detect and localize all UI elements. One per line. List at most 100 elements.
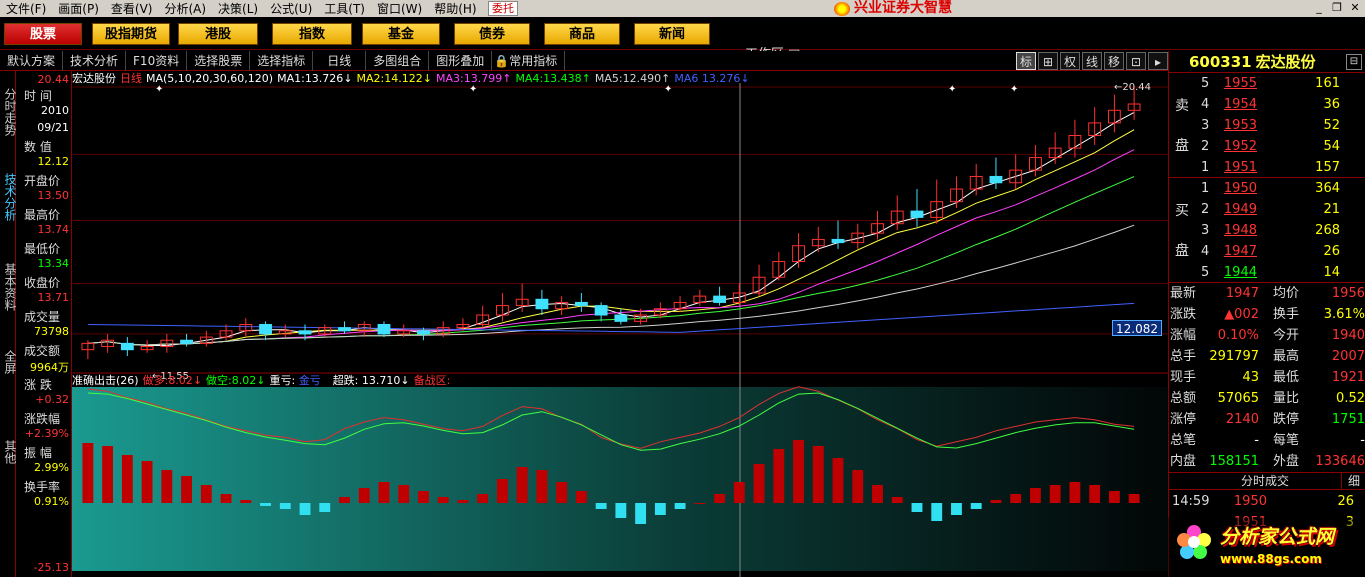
- tab-fundamental[interactable]: 基本资料: [0, 257, 17, 317]
- sidebar-change-label: 涨 跌: [24, 378, 52, 392]
- ma2-readout: MA2:14.122↓: [357, 72, 432, 85]
- quick-btn-futures[interactable]: 股指期货: [92, 23, 170, 45]
- quote-label: 最低: [1273, 370, 1300, 385]
- tab-intraday[interactable]: 分时走势: [0, 77, 17, 147]
- candle-body: [535, 298, 549, 310]
- toolbar-mark-button[interactable]: 标: [1016, 51, 1036, 70]
- indicator-bar: [220, 494, 232, 503]
- toolbar-overlay[interactable]: 图形叠加: [429, 50, 493, 71]
- ind-loss-label: 重亏:: [269, 374, 296, 387]
- tick-detail-button[interactable]: 细: [1340, 473, 1360, 490]
- brand-text: 兴业证券大智慧: [854, 0, 952, 16]
- toolbar-window-button[interactable]: ⊡: [1126, 51, 1146, 70]
- ask-row[interactable]: 1 1951 157: [1169, 157, 1365, 178]
- ask-row[interactable]: 5 1955 161: [1169, 73, 1365, 94]
- ask-vol: 36: [1323, 97, 1340, 112]
- bid-row[interactable]: 1 1950 364: [1169, 178, 1365, 199]
- indicator-bar: [575, 491, 587, 503]
- bid-row[interactable]: 5 1944 14: [1169, 262, 1365, 283]
- menu-decision[interactable]: 决策(L): [212, 0, 264, 17]
- close-button[interactable]: ✕: [1347, 1, 1363, 15]
- toolbar-multi-chart[interactable]: 多图组合: [366, 50, 430, 71]
- indicator-bar: [181, 476, 193, 503]
- indicator-bar: [1010, 494, 1022, 503]
- toolbar-collapse-button[interactable]: ▸: [1148, 51, 1168, 70]
- tick-header: 分时成交 细: [1169, 472, 1365, 490]
- indicator-bar: [891, 497, 903, 503]
- tab-other[interactable]: 其他: [0, 437, 17, 467]
- indicator-bar: [141, 461, 153, 503]
- signal-star-marker: ✦: [664, 84, 672, 95]
- ind-oversold-value: 13.710: [361, 374, 401, 387]
- tick-title[interactable]: 分时成交: [1241, 473, 1289, 490]
- menu-help[interactable]: 帮助(H): [428, 0, 482, 17]
- toolbar-line-button[interactable]: 线: [1082, 51, 1102, 70]
- toolbar-tech-analysis[interactable]: 技术分析: [63, 50, 127, 71]
- quote-value: 2007: [1331, 349, 1365, 364]
- menu-analysis[interactable]: 分析(A): [158, 0, 212, 17]
- toolbar-select-indicator[interactable]: 选择指标: [250, 50, 314, 71]
- bid-row[interactable]: 3 1948 268: [1169, 220, 1365, 241]
- sidebar-close-label: 收盘价: [24, 276, 61, 290]
- menu-window[interactable]: 窗口(W): [371, 0, 428, 17]
- ma3-line: [87, 149, 1135, 346]
- ma5-arrow: ↑: [661, 71, 671, 85]
- indicator-bar: [1089, 485, 1101, 503]
- toolbar-grid-button[interactable]: ⊞: [1038, 51, 1058, 70]
- toolbar-rights-button[interactable]: 权: [1060, 51, 1080, 70]
- toolbar-default-scheme[interactable]: 默认方案: [0, 50, 64, 71]
- indicator-bar: [714, 494, 726, 503]
- quick-btn-hk[interactable]: 港股: [178, 23, 258, 45]
- quote-value: 291797: [1209, 349, 1259, 364]
- ask-row[interactable]: 3 1953 52: [1169, 115, 1365, 136]
- menu-file[interactable]: 文件(F): [0, 0, 52, 17]
- menu-view-screen[interactable]: 画面(P): [52, 0, 105, 17]
- restore-button[interactable]: ❐: [1329, 1, 1345, 15]
- indicator-bar: [951, 503, 962, 515]
- candle-body: [614, 314, 628, 322]
- menu-formula[interactable]: 公式(U): [264, 0, 318, 17]
- weituo-button[interactable]: 委托: [488, 1, 518, 16]
- bid-level: 2: [1201, 202, 1210, 217]
- indicator-bar: [872, 485, 883, 503]
- ma1-label: MA1:: [277, 71, 305, 85]
- toolbar-select-stock[interactable]: 选择股票: [187, 50, 251, 71]
- brand-title: 兴业证券大智慧: [834, 0, 952, 17]
- menu-tools[interactable]: 工具(T): [318, 0, 371, 17]
- indicator-bar: [102, 446, 114, 503]
- quote-row: 涨跌 ▲002 换手 3.61%: [1169, 304, 1365, 325]
- toolbar-f10[interactable]: F10资料: [126, 50, 188, 71]
- candle-body: [831, 238, 845, 244]
- indicator-bar: [200, 485, 212, 503]
- tab-fullscreen[interactable]: 全屏: [0, 347, 17, 377]
- toolbar-move-button[interactable]: 移: [1104, 51, 1124, 70]
- bid-row[interactable]: 2 1949 21: [1169, 199, 1365, 220]
- tab-technical[interactable]: 技术分析: [0, 167, 17, 227]
- quick-btn-bond[interactable]: 债券: [454, 23, 530, 45]
- ma2-arrow: ↓: [422, 71, 432, 85]
- sidebar-turnover: 0.91%: [34, 495, 69, 508]
- bid-vol: 14: [1323, 265, 1340, 280]
- quick-btn-commodity[interactable]: 商品: [544, 23, 620, 45]
- toolbar-common-indicator[interactable]: 🔒常用指标: [492, 50, 566, 71]
- ask-vol: 157: [1315, 160, 1340, 175]
- toolbar-daily[interactable]: 日线: [313, 50, 367, 71]
- kline-chart[interactable]: ←20.44←11.55✦ ✦ ✦ ✦ ✦: [72, 71, 1168, 577]
- indicator-bar: [1029, 488, 1041, 503]
- ask-row[interactable]: 4 1954 36: [1169, 94, 1365, 115]
- indicator-bar: [832, 458, 844, 503]
- quote-label: 总笔: [1170, 433, 1197, 448]
- ask-row[interactable]: 2 1952 54: [1169, 136, 1365, 157]
- quick-btn-stock[interactable]: 股票: [4, 23, 82, 45]
- minimize-button[interactable]: _: [1311, 1, 1327, 15]
- bid-row[interactable]: 4 1947 26: [1169, 241, 1365, 262]
- quick-btn-index[interactable]: 指数: [272, 23, 352, 45]
- quote-row: 总额 57065 量比 0.52: [1169, 388, 1365, 409]
- quick-btn-news[interactable]: 新闻: [634, 23, 710, 45]
- menu-view[interactable]: 查看(V): [105, 0, 159, 17]
- chart-area[interactable]: ←20.44 ←11.55 ✦ ✦ ✦ ✦ ✦ 宏达股份 日线 MA(5,10,20,30,…: [72, 71, 1168, 577]
- quote-value: 0.10%: [1217, 328, 1259, 343]
- ask-price: 1953: [1223, 118, 1257, 133]
- collapse-panel-icon[interactable]: ⊟: [1346, 54, 1362, 70]
- quick-btn-fund[interactable]: 基金: [362, 23, 440, 45]
